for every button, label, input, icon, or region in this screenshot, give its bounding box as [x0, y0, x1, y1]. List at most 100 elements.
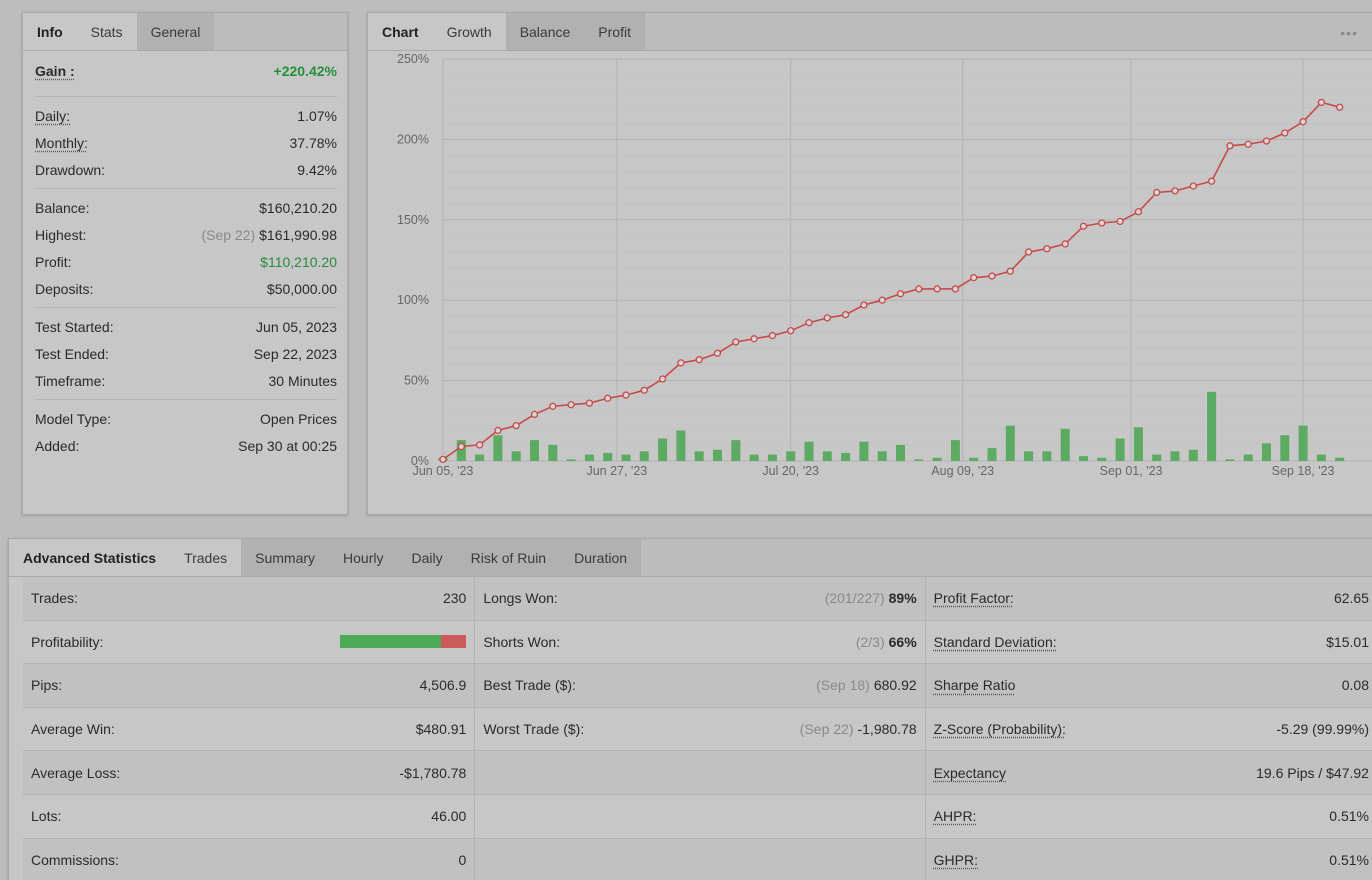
profit-bar [1079, 456, 1088, 461]
profit-bar [676, 430, 686, 461]
ghpr-label[interactable]: GHPR: [934, 852, 978, 868]
longs-won-label: Longs Won: [483, 590, 558, 607]
tab-general[interactable]: General [136, 13, 215, 50]
tab-profit[interactable]: Profit [584, 13, 645, 50]
growth-point [1079, 222, 1088, 230]
profitability-loss-segment [441, 635, 467, 649]
tab-summary[interactable]: Summary [241, 539, 330, 576]
growth-point [1043, 245, 1051, 253]
pips-label: Pips: [31, 677, 63, 694]
more-dots-icon[interactable]: ••• [1340, 25, 1358, 41]
z-score-value: -5.29 (99.99%) [1276, 721, 1369, 738]
table-row: Sharpe Ratio 0.08 [925, 664, 1372, 708]
commissions-value: 0 [458, 851, 467, 868]
tab-risk-of-ruin[interactable]: Risk of Ruin [456, 539, 561, 576]
tab-duration[interactable]: Duration [560, 539, 642, 576]
profit-bar [1243, 454, 1253, 461]
standard-deviation-value: $15.01 [1326, 633, 1369, 650]
profit-row: Profit: $110,210.20 [35, 248, 337, 275]
growth-point [823, 314, 831, 322]
profit-bar [1133, 427, 1143, 461]
tab-trades[interactable]: Trades [170, 539, 242, 576]
tab-stats[interactable]: Stats [76, 13, 137, 50]
profit-value: $110,210.20 [260, 253, 337, 270]
test-ended-label: Test Ended: [35, 345, 109, 362]
profit-bar [877, 451, 887, 461]
tab-daily[interactable]: Daily [397, 539, 457, 576]
x-tick-label: Jun 27, '23 [586, 464, 647, 478]
tab-hourly[interactable]: Hourly [329, 539, 398, 576]
growth-point [1061, 240, 1069, 248]
table-row: Pips: 4,506.9 [23, 664, 475, 708]
trades-label: Trades: [31, 590, 78, 607]
monthly-value: 37.78% [289, 134, 337, 151]
profit-bar [1335, 457, 1345, 461]
best-trade-value: 680.92 [873, 677, 917, 694]
profit-bar [493, 435, 503, 461]
tab-info[interactable]: Info [23, 13, 77, 50]
gain-row: Gain : +220.42% [35, 51, 337, 91]
added-value: Sep 30 at 00:25 [238, 437, 337, 454]
daily-row: Daily: 1.07% [35, 102, 337, 129]
growth-point [915, 285, 923, 293]
stats-column-3: Profit Factor: 62.65 Standard Deviation:… [925, 577, 1372, 880]
tab-advanced-statistics[interactable]: Advanced Statistics [9, 539, 171, 576]
z-score-label[interactable]: Z-Score (Probability): [934, 721, 1066, 737]
info-tabbar: Info Stats General [23, 13, 347, 51]
shorts-won-value: 66% [888, 633, 917, 650]
profit-bar [475, 454, 485, 461]
profit-bar [530, 440, 539, 461]
model-type-row: Model Type: Open Prices [35, 405, 337, 432]
commissions-label: Commissions: [31, 851, 119, 868]
shorts-won-label: Shorts Won: [483, 633, 561, 650]
growth-point [860, 301, 868, 309]
ahpr-label[interactable]: AHPR: [934, 808, 977, 824]
growth-point [1189, 182, 1197, 190]
growth-point [1244, 140, 1252, 148]
profit-bar [987, 448, 997, 461]
growth-point [585, 399, 594, 407]
growth-point [970, 274, 978, 282]
daily-label[interactable]: Daily: [35, 108, 70, 124]
growth-point [567, 401, 575, 409]
average-loss-value: -$1,780.78 [399, 764, 467, 781]
deposits-label: Deposits: [35, 280, 94, 297]
profit-factor-label[interactable]: Profit Factor: [934, 590, 1014, 606]
standard-deviation-label[interactable]: Standard Deviation: [934, 634, 1057, 650]
shorts-won-count: (2/3) [855, 633, 885, 650]
table-row: Shorts Won: (2/3) 66% [475, 621, 925, 665]
tab-balance[interactable]: Balance [505, 13, 585, 50]
sharpe-ratio-value: 0.08 [1341, 677, 1369, 694]
growth-point [658, 375, 667, 383]
gain-value: +220.42% [273, 63, 337, 79]
table-row [475, 795, 925, 839]
ghpr-value: 0.51% [1329, 851, 1369, 868]
growth-point [713, 349, 722, 357]
monthly-label[interactable]: Monthly: [35, 135, 88, 151]
profit-bar [1262, 443, 1271, 461]
y-tick-label: 100% [397, 293, 429, 307]
growth-point [1226, 142, 1234, 150]
profit-bar [859, 441, 869, 461]
expectancy-label[interactable]: Expectancy [934, 765, 1006, 781]
tab-growth[interactable]: Growth [432, 13, 506, 50]
drawdown-label: Drawdown: [35, 161, 106, 178]
gain-label[interactable]: Gain : [35, 63, 75, 79]
longs-won-value: 89% [888, 590, 917, 607]
growth-point [1006, 267, 1014, 275]
growth-point [768, 331, 777, 340]
growth-point [494, 426, 502, 435]
profit-bar [822, 451, 832, 461]
expectancy-value: 19.6 Pips / $47.92 [1256, 764, 1369, 781]
x-tick-label: Sep 18, '23 [1272, 464, 1335, 478]
profit-bar [1225, 459, 1235, 461]
timeframe-value: 30 Minutes [268, 372, 337, 389]
profitability-label: Profitability: [31, 633, 104, 650]
sharpe-ratio-label[interactable]: Sharpe Ratio [934, 677, 1016, 693]
growth-point [805, 319, 813, 327]
table-row: AHPR: 0.51% [925, 795, 1372, 839]
advanced-tabbar: Advanced Statistics Trades Summary Hourl… [9, 539, 1372, 577]
tab-chart[interactable]: Chart [368, 13, 433, 50]
growth-point [1024, 248, 1033, 256]
growth-point [640, 386, 648, 394]
